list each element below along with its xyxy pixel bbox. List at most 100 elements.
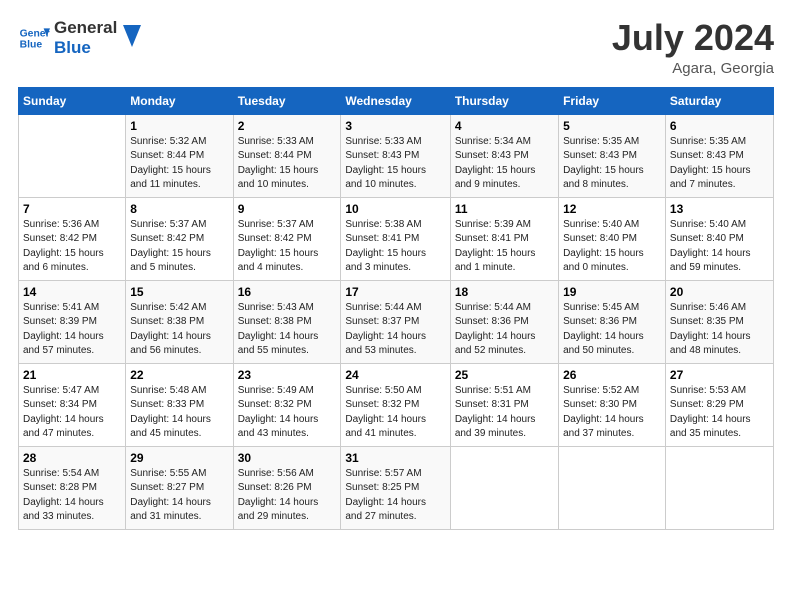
weekday-header-row: SundayMondayTuesdayWednesdayThursdayFrid… (19, 87, 774, 114)
day-info: Sunrise: 5:34 AMSunset: 8:43 PMDaylight:… (455, 135, 554, 193)
day-info: Sunrise: 5:48 AMSunset: 8:33 PMDaylight:… (130, 384, 228, 442)
day-number: 24 (345, 368, 445, 382)
calendar-cell (19, 114, 126, 197)
day-info: Sunrise: 5:39 AMSunset: 8:41 PMDaylight:… (455, 218, 554, 276)
day-info: Sunrise: 5:35 AMSunset: 8:43 PMDaylight:… (670, 135, 769, 193)
calendar-cell: 9Sunrise: 5:37 AMSunset: 8:42 PMDaylight… (233, 197, 341, 280)
calendar-cell: 19 Sunrise: 5:45 AMSunset: 8:36 PMDayligh… (559, 280, 666, 363)
weekday-header-monday: Monday (126, 87, 233, 114)
day-info: Sunrise: 5:42 AMSunset: 8:38 PMDaylight:… (130, 301, 228, 359)
day-number: 22 (130, 368, 228, 382)
logo: General Blue General Blue (18, 18, 141, 57)
logo-icon: General Blue (18, 22, 50, 54)
calendar-cell: 22 Sunrise: 5:48 AMSunset: 8:33 PMDayligh… (126, 363, 233, 446)
logo-general: General (54, 18, 117, 38)
day-info: Sunrise: 5:50 AMSunset: 8:32 PMDaylight:… (345, 384, 445, 442)
week-row-5: 28 Sunrise: 5:54 AMSunset: 8:28 PMDayligh… (19, 446, 774, 529)
day-info: Sunrise: 5:53 AMSunset: 8:29 PMDaylight:… (670, 384, 769, 442)
calendar-cell (450, 446, 558, 529)
day-number: 21 (23, 368, 121, 382)
calendar-cell: 27 Sunrise: 5:53 AMSunset: 8:29 PMDayligh… (665, 363, 773, 446)
day-number: 26 (563, 368, 661, 382)
week-row-4: 21 Sunrise: 5:47 AMSunset: 8:34 PMDayligh… (19, 363, 774, 446)
day-number: 31 (345, 451, 445, 465)
day-info: Sunrise: 5:47 AMSunset: 8:34 PMDaylight:… (23, 384, 121, 442)
weekday-header-saturday: Saturday (665, 87, 773, 114)
day-number: 29 (130, 451, 228, 465)
calendar-cell: 29Sunrise: 5:55 AMSunset: 8:27 PMDayligh… (126, 446, 233, 529)
calendar-cell: 21 Sunrise: 5:47 AMSunset: 8:34 PMDayligh… (19, 363, 126, 446)
header: General Blue General Blue July 2024 Agar… (18, 18, 774, 77)
calendar-cell: 8Sunrise: 5:37 AMSunset: 8:42 PMDaylight… (126, 197, 233, 280)
day-number: 12 (563, 202, 661, 216)
day-number: 23 (238, 368, 337, 382)
day-info: Sunrise: 5:40 AMSunset: 8:40 PMDaylight:… (670, 218, 769, 276)
calendar-cell: 30Sunrise: 5:56 AMSunset: 8:26 PMDayligh… (233, 446, 341, 529)
title-block: July 2024 Agara, Georgia (612, 18, 774, 77)
weekday-header-tuesday: Tuesday (233, 87, 341, 114)
month-title: July 2024 (612, 18, 774, 58)
calendar-cell: 24 Sunrise: 5:50 AMSunset: 8:32 PMDayligh… (341, 363, 450, 446)
location: Agara, Georgia (612, 60, 774, 77)
calendar-cell: 11 Sunrise: 5:39 AMSunset: 8:41 PMDayligh… (450, 197, 558, 280)
day-info: Sunrise: 5:38 AMSunset: 8:41 PMDaylight:… (345, 218, 445, 276)
calendar-cell: 2Sunrise: 5:33 AMSunset: 8:44 PMDaylight… (233, 114, 341, 197)
day-number: 13 (670, 202, 769, 216)
day-info: Sunrise: 5:37 AMSunset: 8:42 PMDaylight:… (238, 218, 337, 276)
calendar-cell (559, 446, 666, 529)
calendar-cell: 15 Sunrise: 5:42 AMSunset: 8:38 PMDayligh… (126, 280, 233, 363)
day-info: Sunrise: 5:36 AMSunset: 8:42 PMDaylight:… (23, 218, 121, 276)
day-info: Sunrise: 5:43 AMSunset: 8:38 PMDaylight:… (238, 301, 337, 359)
day-number: 4 (455, 119, 554, 133)
calendar-cell: 5 Sunrise: 5:35 AMSunset: 8:43 PMDaylight… (559, 114, 666, 197)
calendar-cell: 16 Sunrise: 5:43 AMSunset: 8:38 PMDayligh… (233, 280, 341, 363)
weekday-header-friday: Friday (559, 87, 666, 114)
day-info: Sunrise: 5:54 AMSunset: 8:28 PMDaylight:… (23, 467, 121, 525)
day-number: 16 (238, 285, 337, 299)
calendar-cell: 31 Sunrise: 5:57 AMSunset: 8:25 PMDayligh… (341, 446, 450, 529)
day-number: 27 (670, 368, 769, 382)
calendar-cell: 28 Sunrise: 5:54 AMSunset: 8:28 PMDayligh… (19, 446, 126, 529)
day-info: Sunrise: 5:51 AMSunset: 8:31 PMDaylight:… (455, 384, 554, 442)
calendar-cell: 13 Sunrise: 5:40 AMSunset: 8:40 PMDayligh… (665, 197, 773, 280)
calendar-cell: 7 Sunrise: 5:36 AMSunset: 8:42 PMDaylight… (19, 197, 126, 280)
logo-blue: Blue (54, 38, 117, 58)
day-number: 6 (670, 119, 769, 133)
week-row-3: 14 Sunrise: 5:41 AMSunset: 8:39 PMDayligh… (19, 280, 774, 363)
day-number: 11 (455, 202, 554, 216)
weekday-header-thursday: Thursday (450, 87, 558, 114)
day-number: 7 (23, 202, 121, 216)
day-number: 2 (238, 119, 337, 133)
day-number: 1 (130, 119, 228, 133)
day-number: 28 (23, 451, 121, 465)
day-number: 19 (563, 285, 661, 299)
week-row-1: 1 Sunrise: 5:32 AMSunset: 8:44 PMDaylight… (19, 114, 774, 197)
calendar-cell: 17 Sunrise: 5:44 AMSunset: 8:37 PMDayligh… (341, 280, 450, 363)
day-info: Sunrise: 5:41 AMSunset: 8:39 PMDaylight:… (23, 301, 121, 359)
day-info: Sunrise: 5:57 AMSunset: 8:25 PMDaylight:… (345, 467, 445, 525)
day-info: Sunrise: 5:44 AMSunset: 8:37 PMDaylight:… (345, 301, 445, 359)
day-number: 20 (670, 285, 769, 299)
calendar-cell: 20 Sunrise: 5:46 AMSunset: 8:35 PMDayligh… (665, 280, 773, 363)
day-info: Sunrise: 5:40 AMSunset: 8:40 PMDaylight:… (563, 218, 661, 276)
day-info: Sunrise: 5:45 AMSunset: 8:36 PMDaylight:… (563, 301, 661, 359)
day-number: 15 (130, 285, 228, 299)
page: General Blue General Blue July 2024 Agar… (0, 0, 792, 612)
day-number: 17 (345, 285, 445, 299)
calendar-cell: 26 Sunrise: 5:52 AMSunset: 8:30 PMDayligh… (559, 363, 666, 446)
day-number: 10 (345, 202, 445, 216)
day-number: 3 (345, 119, 445, 133)
day-info: Sunrise: 5:32 AMSunset: 8:44 PMDaylight:… (130, 135, 228, 193)
day-number: 5 (563, 119, 661, 133)
calendar-cell: 14 Sunrise: 5:41 AMSunset: 8:39 PMDayligh… (19, 280, 126, 363)
logo-triangle-icon (123, 25, 141, 47)
day-info: Sunrise: 5:35 AMSunset: 8:43 PMDaylight:… (563, 135, 661, 193)
day-info: Sunrise: 5:52 AMSunset: 8:30 PMDaylight:… (563, 384, 661, 442)
calendar-cell: 4 Sunrise: 5:34 AMSunset: 8:43 PMDaylight… (450, 114, 558, 197)
day-number: 14 (23, 285, 121, 299)
day-info: Sunrise: 5:46 AMSunset: 8:35 PMDaylight:… (670, 301, 769, 359)
day-info: Sunrise: 5:56 AMSunset: 8:26 PMDaylight:… (238, 467, 337, 525)
day-info: Sunrise: 5:49 AMSunset: 8:32 PMDaylight:… (238, 384, 337, 442)
calendar-cell: 1 Sunrise: 5:32 AMSunset: 8:44 PMDaylight… (126, 114, 233, 197)
calendar-cell: 25Sunrise: 5:51 AMSunset: 8:31 PMDayligh… (450, 363, 558, 446)
